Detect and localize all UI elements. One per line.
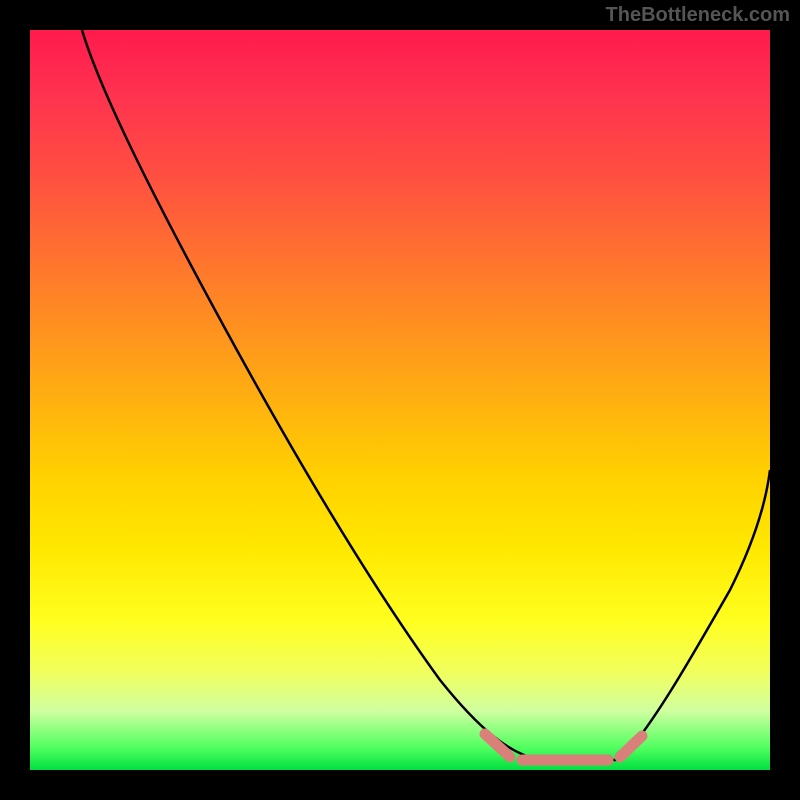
bottleneck-curve-line [82, 30, 770, 760]
watermark-text: TheBottleneck.com [606, 4, 790, 27]
chart-svg [30, 30, 770, 770]
chart-plot-area [30, 30, 770, 770]
highlight-band-left [485, 734, 510, 757]
highlight-band-right [620, 736, 642, 757]
